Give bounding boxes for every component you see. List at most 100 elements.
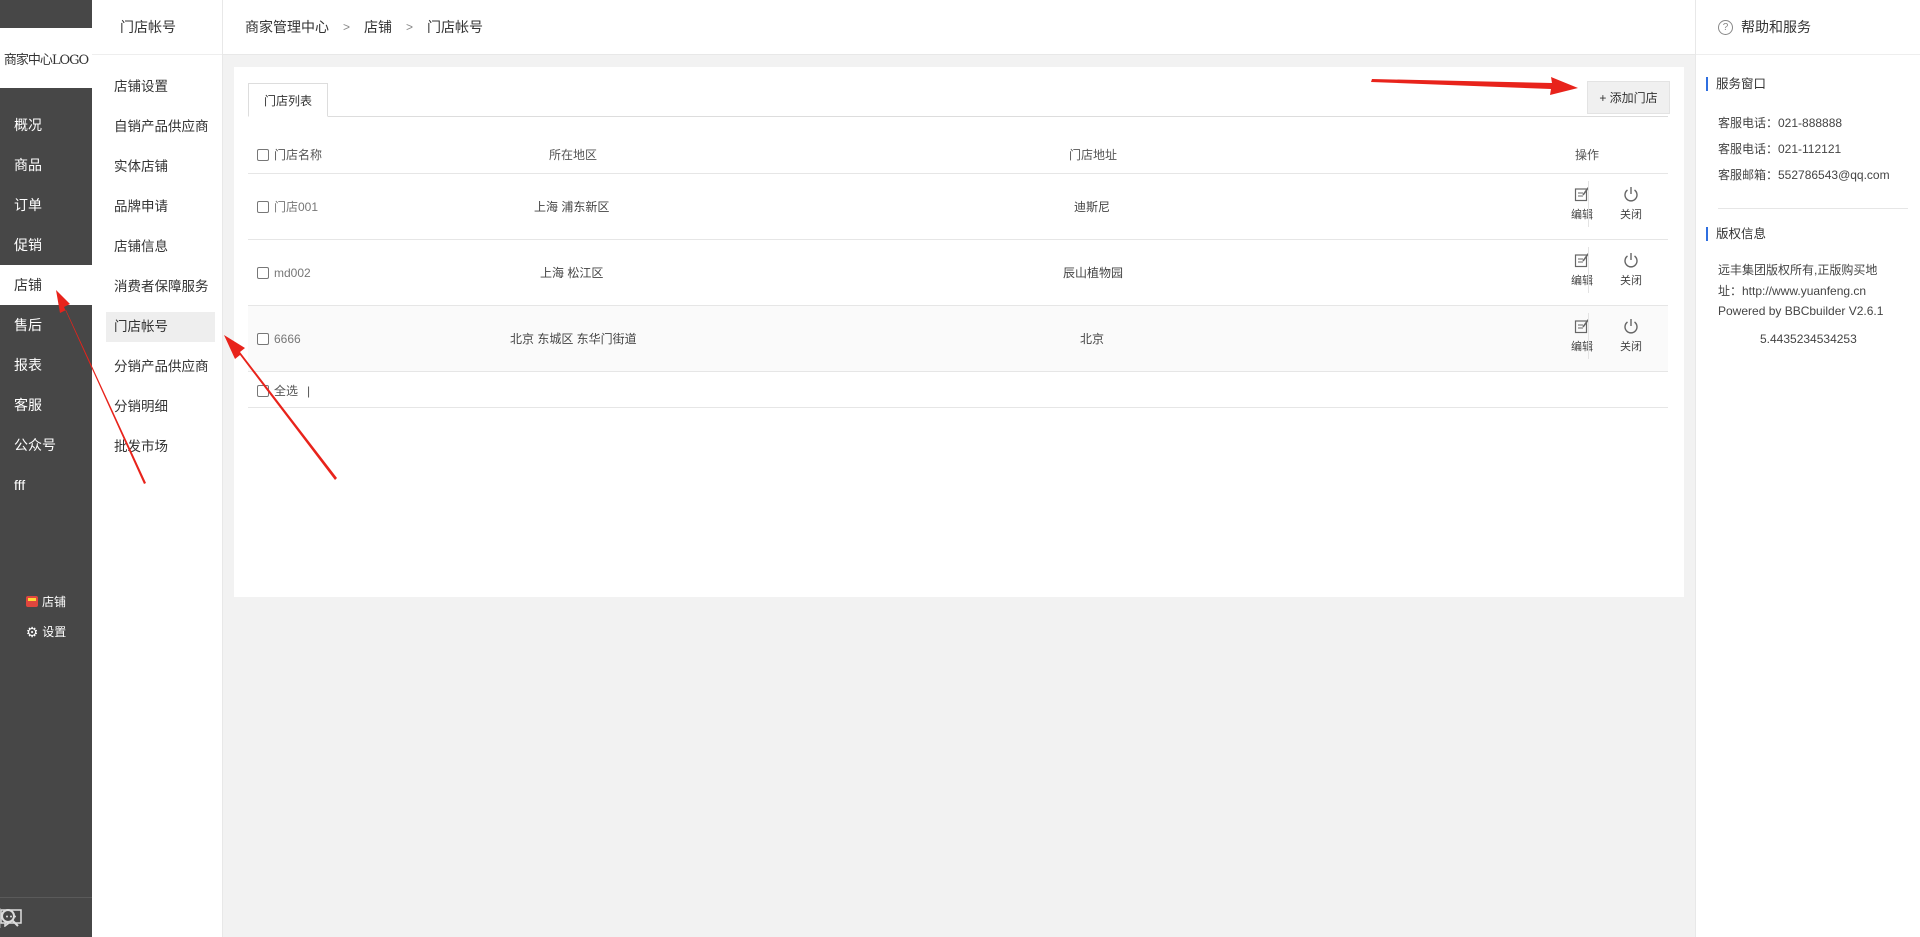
column-header-name: 门店名称 <box>274 148 323 162</box>
row-checkbox[interactable] <box>257 267 269 279</box>
nav-item-customer-service[interactable]: 客服 <box>0 385 92 425</box>
subnav-item-distribution-details[interactable]: 分销明细 <box>106 392 215 422</box>
column-header-actions: 操作 <box>1575 148 1600 162</box>
service-phone-2: 客服电话：021-112121 <box>1718 142 1842 156</box>
help-header: ? 帮助和服务 <box>1696 0 1920 55</box>
select-all-checkbox-header[interactable] <box>257 149 269 161</box>
help-panel: ? 帮助和服务 服务窗口 客服电话：021-888888 客服电话：021-11… <box>1695 0 1920 937</box>
store-list-panel: 门店列表 + 添加门店 门店名称 所在地区 门店地址 操作 门店001 上海 浦… <box>234 67 1684 597</box>
close-button[interactable]: 关闭 <box>1611 186 1651 222</box>
tab-store-list[interactable]: 门店列表 <box>248 83 328 117</box>
copyright-line-3: Powered by BBCbuilder V2.6.1 <box>1718 304 1884 318</box>
select-all-checkbox[interactable] <box>257 385 269 397</box>
tab-underline <box>248 116 1668 117</box>
help-title: 帮助和服务 <box>1741 19 1811 35</box>
service-section-title: 服务窗口 <box>1706 77 1766 91</box>
nav-item-overview[interactable]: 概况 <box>0 105 92 145</box>
power-icon <box>1624 253 1638 268</box>
row-divider <box>248 239 1668 240</box>
breadcrumb-separator: > <box>406 20 414 34</box>
section-divider <box>1718 208 1908 209</box>
main-nav: 商家中心LOGO 概况 商品 订单 促销 店铺 售后 报表 客服 公众号 fff… <box>0 0 92 937</box>
subnav-item-store-settings[interactable]: 店铺设置 <box>106 72 215 102</box>
service-email: 客服邮箱：552786543@qq.com <box>1718 168 1890 182</box>
edit-label: 编辑 <box>1571 209 1593 221</box>
footer-divider <box>248 407 1668 408</box>
copyright-line-2: 址：http://www.yuanfeng.cn <box>1718 284 1867 298</box>
subnav-item-wholesale-market[interactable]: 批发市场 <box>106 432 215 462</box>
nav-item-fff[interactable]: fff <box>0 465 92 505</box>
close-button[interactable]: 关闭 <box>1611 318 1651 354</box>
settings-link[interactable]: ⚙ 设置 <box>0 623 92 640</box>
row-divider <box>248 371 1668 372</box>
store-link-label: 店铺 <box>41 595 66 609</box>
gear-icon: ⚙ <box>25 623 39 640</box>
close-label: 关闭 <box>1620 275 1642 287</box>
column-header-address: 门店地址 <box>1069 148 1118 162</box>
close-label: 关闭 <box>1620 209 1642 221</box>
nav-item-products[interactable]: 商品 <box>0 145 92 185</box>
subnav-title: 门店帐号 <box>92 0 222 55</box>
logo[interactable]: 商家中心LOGO <box>0 28 92 88</box>
select-all-separator: | <box>307 384 311 398</box>
breadcrumb: 商家管理中心 > 店铺 > 门店帐号 <box>223 0 1695 55</box>
store-name: 门店001 <box>274 200 319 214</box>
select-all-label[interactable]: 全选 <box>274 383 298 399</box>
nav-item-promotions[interactable]: 促销 <box>0 225 92 265</box>
chat-icon <box>0 908 22 927</box>
header-divider <box>248 173 1668 174</box>
subnav-item-consumer-protection[interactable]: 消费者保障服务 <box>106 272 215 302</box>
store-link[interactable]: 店铺 <box>0 593 92 610</box>
breadcrumb-item-store[interactable]: 店铺 <box>364 17 392 37</box>
copyright-line-1: 远丰集团版权所有,正版购买地 <box>1718 263 1878 277</box>
service-phone-1: 客服电话：021-888888 <box>1718 116 1843 130</box>
subnav-item-own-supplier[interactable]: 自销产品供应商 <box>106 112 215 142</box>
add-store-button[interactable]: + 添加门店 <box>1587 81 1670 114</box>
edit-button[interactable]: 编辑 <box>1562 318 1602 354</box>
version-number: 5.4435234534253 <box>1760 332 1857 346</box>
settings-link-label: 设置 <box>42 625 67 639</box>
nav-item-official-account[interactable]: 公众号 <box>0 425 92 465</box>
subnav-item-store-accounts[interactable]: 门店帐号 <box>106 312 215 342</box>
action-divider <box>1588 247 1589 293</box>
row-checkbox[interactable] <box>257 333 269 345</box>
row-hover-highlight <box>248 306 1668 372</box>
store-region: 上海 松江区 <box>540 266 604 280</box>
copyright-section-title: 版权信息 <box>1706 227 1766 241</box>
nav-item-orders[interactable]: 订单 <box>0 185 92 225</box>
nav-item-store[interactable]: 店铺 <box>0 265 92 305</box>
power-icon <box>1624 187 1638 202</box>
logo-text: 商家中心LOGO <box>3 52 89 68</box>
edit-button[interactable]: 编辑 <box>1562 186 1602 222</box>
breadcrumb-item-home[interactable]: 商家管理中心 <box>245 17 329 37</box>
subnav-item-store-info[interactable]: 店铺信息 <box>106 232 215 262</box>
store-name: 6666 <box>274 332 301 346</box>
store-address: 辰山植物园 <box>1063 266 1124 280</box>
store-name: md002 <box>274 266 311 280</box>
store-region: 上海 浦东新区 <box>534 200 610 214</box>
nav-footer <box>0 897 92 937</box>
store-region: 北京 东城区 东华门街道 <box>510 332 637 346</box>
sub-nav: 门店帐号 店铺设置 自销产品供应商 实体店铺 品牌申请 店铺信息 消费者保障服务… <box>92 0 223 937</box>
store-icon <box>25 596 38 607</box>
subnav-item-distribution-supplier[interactable]: 分销产品供应商 <box>106 352 215 382</box>
row-checkbox[interactable] <box>257 201 269 213</box>
edit-label: 编辑 <box>1571 341 1593 353</box>
nav-item-after-sales[interactable]: 售后 <box>0 305 92 345</box>
subnav-item-physical-store[interactable]: 实体店铺 <box>106 152 215 182</box>
edit-label: 编辑 <box>1571 275 1593 287</box>
column-header-region: 所在地区 <box>549 148 598 162</box>
store-address: 北京 <box>1080 332 1105 346</box>
message-button[interactable] <box>0 898 22 937</box>
breadcrumb-item-current: 门店帐号 <box>427 19 484 35</box>
subnav-item-brand-apply[interactable]: 品牌申请 <box>106 192 215 222</box>
edit-button[interactable]: 编辑 <box>1562 252 1602 288</box>
close-button[interactable]: 关闭 <box>1611 252 1651 288</box>
store-address: 迪斯尼 <box>1074 200 1111 214</box>
action-divider <box>1588 313 1589 359</box>
nav-item-reports[interactable]: 报表 <box>0 345 92 385</box>
breadcrumb-separator: > <box>343 20 351 34</box>
close-label: 关闭 <box>1620 341 1642 353</box>
power-icon <box>1624 319 1638 334</box>
question-icon: ? <box>1718 19 1733 35</box>
